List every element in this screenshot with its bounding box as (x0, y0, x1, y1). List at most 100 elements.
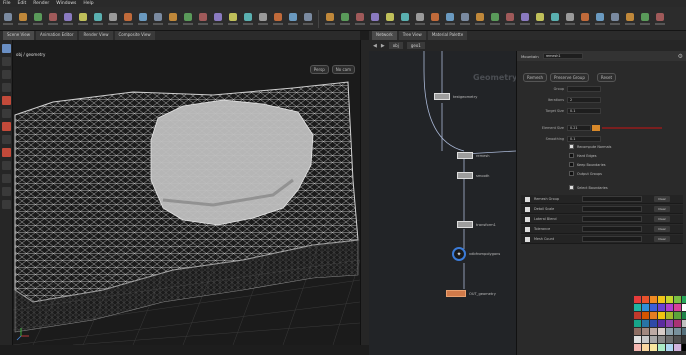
display-tool-icon[interactable] (2, 174, 11, 183)
tab-render-view[interactable]: Render View (79, 31, 113, 40)
color-swatch[interactable] (666, 304, 673, 311)
view-tool-icon[interactable] (2, 122, 11, 131)
shelf-tool-button[interactable] (195, 9, 210, 29)
color-swatch[interactable] (642, 312, 649, 319)
forward-arrow-icon[interactable]: ▶ (381, 43, 385, 49)
menu-help[interactable]: Help (83, 1, 93, 6)
shelf-tool-button[interactable] (412, 9, 427, 29)
element-size-slider[interactable] (592, 125, 600, 131)
shelf-tool-button[interactable] (397, 9, 412, 29)
shelf-tool-button[interactable] (150, 9, 165, 29)
multiparm-field[interactable] (582, 226, 642, 232)
shelf-tool-button[interactable] (652, 9, 667, 29)
shelf-tool-button[interactable] (240, 9, 255, 29)
color-swatch[interactable] (658, 320, 665, 327)
shelf-tool-button[interactable] (300, 9, 315, 29)
shelf-tool-button[interactable] (45, 9, 60, 29)
target-size-field[interactable]: 0.1 (567, 108, 601, 114)
shelf-tool-button[interactable] (210, 9, 225, 29)
shelf-tool-button[interactable] (165, 9, 180, 29)
color-swatch[interactable] (634, 328, 641, 335)
color-swatch[interactable] (650, 312, 657, 319)
color-swatch[interactable] (666, 312, 673, 319)
shelf-tool-button[interactable] (105, 9, 120, 29)
checkbox[interactable] (525, 226, 530, 232)
color-swatch[interactable] (658, 336, 665, 343)
node-out-geometry[interactable]: OUT_geometry (446, 290, 496, 297)
node-box[interactable] (457, 152, 473, 159)
snap-tool-icon[interactable] (2, 135, 11, 144)
group-field[interactable] (567, 86, 601, 92)
node-smooth[interactable]: smooth (457, 172, 489, 179)
shelf-tool-button[interactable] (75, 9, 90, 29)
menu-windows[interactable]: Windows (56, 1, 76, 6)
color-swatch[interactable] (674, 336, 681, 343)
checkbox[interactable] (525, 216, 530, 222)
shelf-tool-button[interactable] (637, 9, 652, 29)
path-geo1[interactable]: geo1 (406, 42, 425, 49)
smoothing-field[interactable]: 0.1 (567, 136, 601, 142)
node-testgeometry[interactable]: testgeometry (434, 93, 477, 100)
multiparm-button[interactable]: Clear (654, 196, 670, 202)
shelf-tool-button[interactable] (457, 9, 472, 29)
multiparm-field[interactable] (582, 206, 642, 212)
iterations-field[interactable]: 2 (567, 97, 601, 103)
shelf-tool-button[interactable] (487, 9, 502, 29)
color-swatch[interactable] (682, 304, 686, 311)
shelf-tool-button[interactable] (255, 9, 270, 29)
shelf-tool-button[interactable] (577, 9, 592, 29)
shelf-tool-button[interactable] (30, 9, 45, 29)
shelf-tool-button[interactable] (120, 9, 135, 29)
camera-menu-button[interactable]: No cam (331, 65, 355, 74)
light-tool-icon[interactable] (2, 148, 11, 157)
multiparm-field[interactable] (582, 196, 642, 202)
reset-button[interactable]: Reset (596, 72, 617, 82)
checkbox[interactable] (569, 153, 574, 158)
color-swatch[interactable] (650, 336, 657, 343)
color-swatch[interactable] (634, 336, 641, 343)
shelf-tool-button[interactable] (532, 9, 547, 29)
shade-tool-icon[interactable] (2, 200, 11, 209)
scale-tool-icon[interactable] (2, 83, 11, 92)
pose-tool-icon[interactable] (2, 109, 11, 118)
menu-render[interactable]: Render (33, 1, 49, 6)
shelf-tool-button[interactable] (382, 9, 397, 29)
check-output-groups[interactable]: Output Groups (569, 171, 602, 176)
node-remesh[interactable]: remesh (457, 152, 489, 159)
preserve-group-button[interactable]: Preserve Group (550, 72, 589, 82)
vdb-node-icon[interactable]: ✦ (452, 247, 466, 261)
tab-scene-view[interactable]: Scene View (3, 31, 34, 40)
scene-viewport[interactable]: obj / geometry Persp No cam (13, 40, 360, 345)
shelf-tool-button[interactable] (225, 9, 240, 29)
color-swatch[interactable] (658, 344, 665, 351)
menu-file[interactable]: File (3, 1, 11, 6)
check-select-boundaries[interactable]: Select Boundaries (569, 185, 608, 190)
color-swatch[interactable] (666, 328, 673, 335)
color-swatch[interactable] (642, 328, 649, 335)
shelf-tool-button[interactable] (562, 9, 577, 29)
multiparm-field[interactable] (582, 236, 642, 242)
shelf-tool-button[interactable] (622, 9, 637, 29)
color-swatch[interactable] (658, 312, 665, 319)
checkbox[interactable] (569, 185, 574, 190)
element-size-track[interactable] (602, 127, 662, 129)
checkbox[interactable] (569, 171, 574, 176)
multiparm-button[interactable]: Clear (654, 226, 670, 232)
color-swatch[interactable] (650, 320, 657, 327)
color-swatch[interactable] (674, 320, 681, 327)
color-swatch[interactable] (666, 320, 673, 327)
handle-tool-icon[interactable] (2, 96, 11, 105)
color-swatch[interactable] (658, 304, 665, 311)
color-swatch[interactable] (682, 328, 686, 335)
tab-network[interactable]: Network (372, 31, 397, 40)
shelf-tool-button[interactable] (547, 9, 562, 29)
color-swatch[interactable] (674, 312, 681, 319)
check-recompute-normals[interactable]: Recompute Normals (569, 144, 611, 149)
remesh-button[interactable]: Remesh (523, 72, 548, 82)
node-box[interactable] (434, 93, 450, 100)
shelf-tool-button[interactable] (442, 9, 457, 29)
shelf-tool-button[interactable] (352, 9, 367, 29)
checkbox[interactable] (525, 236, 530, 242)
color-swatch[interactable] (634, 312, 641, 319)
color-swatch[interactable] (642, 304, 649, 311)
